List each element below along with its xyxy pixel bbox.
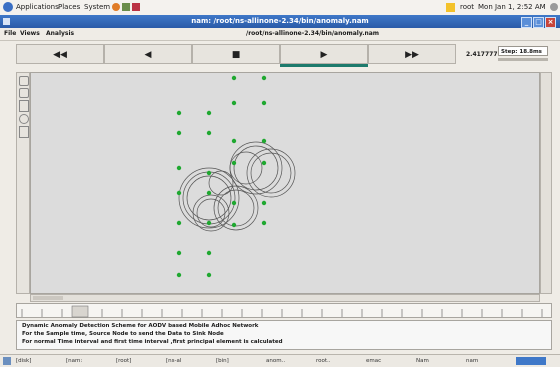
network-canvas[interactable] (30, 72, 540, 294)
taskbar-item[interactable]: nam (466, 356, 478, 366)
timeline-slider[interactable] (16, 303, 552, 318)
mobile-node (231, 222, 237, 228)
annotation-line-3: For normal Time interval and first time … (22, 339, 283, 345)
mobile-node (231, 138, 237, 144)
mobile-node (206, 272, 212, 278)
applications-menu[interactable]: Applications (16, 0, 59, 15)
taskbar-item[interactable]: Nam (416, 356, 429, 366)
step-slider[interactable] (498, 58, 548, 61)
minimize-icon[interactable]: _ (521, 17, 532, 28)
mobile-node (206, 130, 212, 136)
transmission-ripple (178, 167, 240, 229)
foot-icon[interactable] (3, 2, 13, 12)
transmission-ripple (192, 194, 230, 232)
mobile-node (176, 165, 182, 171)
mobile-node (176, 130, 182, 136)
play-button[interactable]: ▶ (280, 44, 368, 64)
firefox-icon[interactable] (112, 3, 120, 11)
show-desktop-icon[interactable] (3, 357, 11, 365)
mobile-node (206, 220, 212, 226)
annotation-panel: Dynamic Anomaly Detection Scheme for AOD… (16, 320, 552, 350)
system-menu[interactable]: System (84, 0, 110, 15)
views-menu[interactable]: Views (20, 28, 40, 40)
timeline-ticks (21, 305, 543, 318)
mobile-nodes (176, 75, 267, 278)
select-icon[interactable] (19, 114, 29, 124)
mobile-node (206, 170, 212, 176)
annotation-line-2: For the Sample time, Source Node to send… (22, 331, 224, 337)
mobile-node (261, 75, 267, 81)
launcher-icon[interactable] (132, 3, 140, 11)
taskbar-item[interactable]: emac (366, 356, 381, 366)
mobile-node (176, 272, 182, 278)
mobile-node (206, 250, 212, 256)
analysis-menu[interactable]: Analysis (46, 28, 74, 40)
user-name[interactable]: root (460, 0, 474, 15)
mobile-node (206, 110, 212, 116)
notification-icon[interactable] (446, 3, 455, 12)
mobile-node (206, 190, 212, 196)
annotation-line-1: Dynamic Anomaly Detection Scheme for AOD… (22, 323, 259, 329)
transmission-ripple (250, 152, 292, 194)
play-indicator (280, 64, 368, 67)
transmission-ripple (246, 148, 296, 198)
properties-icon[interactable] (19, 126, 29, 138)
zoom-in-icon[interactable] (19, 76, 29, 86)
mobile-node (231, 100, 237, 106)
time-display: 2.417777 (466, 51, 498, 58)
close-icon[interactable]: × (545, 17, 556, 28)
zoom-out-icon[interactable] (19, 88, 29, 98)
taskbar-item[interactable]: root.. (316, 356, 331, 366)
fast-forward-button[interactable]: ▶▶ (368, 44, 456, 64)
clock[interactable]: Mon Jan 1, 2:52 AM (478, 0, 546, 15)
zoom-toolbar (16, 72, 30, 294)
pan-icon[interactable] (19, 100, 29, 112)
mobile-node (231, 200, 237, 206)
vertical-scrollbar[interactable] (540, 72, 552, 294)
mobile-node (176, 220, 182, 226)
step-field[interactable]: Step: 18.8ms (498, 46, 548, 56)
mobile-node (231, 75, 237, 81)
taskbar-item[interactable]: [ns-al (166, 356, 181, 366)
taskbar-item[interactable]: [nam: (66, 356, 82, 366)
stop-button[interactable]: ■ (192, 44, 280, 64)
transmission-ripple (217, 189, 255, 227)
file-menu[interactable]: File (4, 28, 16, 40)
transmission-ripple (229, 151, 263, 185)
mobile-node (176, 190, 182, 196)
timeline-thumb (71, 305, 89, 318)
step-back-button[interactable]: ◀ (104, 44, 192, 64)
bottom-taskbar: [disk] [nam: [root] [ns-al [bin] anom.. … (0, 354, 560, 367)
taskbar-item[interactable]: anom.. (266, 356, 285, 366)
rewind-button[interactable]: ◀◀ (16, 44, 104, 64)
menubar: File Views Analysis /root/ns-allinone-2.… (0, 28, 560, 41)
maximize-icon[interactable]: □ (533, 17, 544, 28)
taskbar-item[interactable]: [root] (116, 356, 131, 366)
mobile-node (261, 100, 267, 106)
trace-file-path: /root/ns-allinone-2.34/bin/anomaly.nam (246, 30, 380, 37)
mobile-node (261, 220, 267, 226)
transport-controls: ◀◀ ◀ ■ ▶ ▶▶ 2.417777 Step: 18.8ms (0, 41, 560, 69)
window-title: nam: /root/ns-allinone-2.34/bin/anomaly.… (191, 17, 369, 25)
mobile-node (231, 160, 237, 166)
mobile-node (176, 250, 182, 256)
mail-icon[interactable] (122, 3, 130, 11)
window-titlebar: nam: /root/ns-allinone-2.34/bin/anomaly.… (0, 15, 560, 28)
horizontal-scrollbar[interactable] (30, 294, 540, 302)
mobile-node (261, 200, 267, 206)
places-menu[interactable]: Places (58, 0, 80, 15)
transmission-ripples (178, 141, 296, 232)
taskbar-item[interactable]: [bin] (216, 356, 229, 366)
power-icon[interactable] (550, 3, 558, 11)
mobile-node (261, 160, 267, 166)
workspace-switcher[interactable] (516, 357, 546, 365)
network-topology (176, 75, 296, 278)
mobile-node (261, 138, 267, 144)
taskbar-item[interactable]: [disk] (16, 356, 31, 366)
horizontal-scroll-thumb[interactable] (33, 296, 63, 300)
mobile-node (176, 110, 182, 116)
top-panel: Applications Places System root Mon Jan … (0, 0, 560, 16)
transmission-ripple (182, 171, 236, 225)
